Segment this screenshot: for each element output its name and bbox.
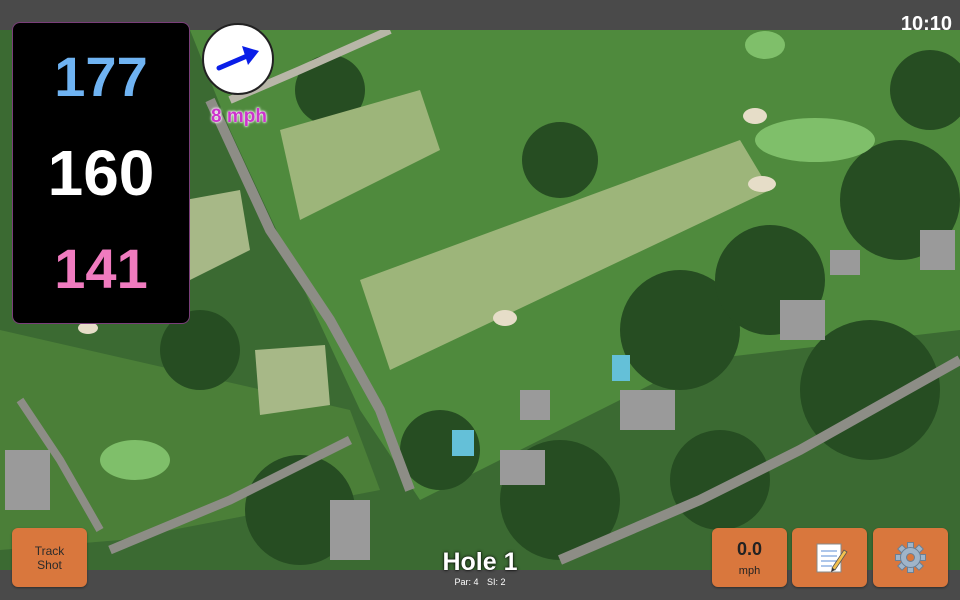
hole-title[interactable]: Hole 1 — [380, 550, 580, 575]
hole-info: Par: 4 SI: 2 — [380, 577, 580, 587]
center-distance: 160 — [47, 137, 155, 209]
wind-direction-arrow-icon — [216, 46, 259, 71]
notepad-icon — [816, 543, 848, 573]
notes-button[interactable] — [792, 528, 867, 587]
wind-speed-label: 8 mph — [211, 106, 267, 127]
hole-par: Par: 4 — [454, 577, 479, 587]
hole-stroke-index: SI: 2 — [487, 577, 506, 587]
wind-direction-dial[interactable] — [202, 23, 274, 95]
back-distance: 177 — [54, 45, 148, 108]
track-shot-button[interactable]: Track Shot — [12, 528, 87, 587]
clock: 10:10 — [900, 13, 952, 35]
wind-speed-value: 0.0 — [736, 539, 763, 559]
distance-panel: 177 160 141 — [12, 22, 190, 324]
wind-speed-button[interactable]: 0.0 mph — [712, 528, 787, 587]
settings-button[interactable] — [873, 528, 948, 587]
wind-speed-unit: mph — [738, 565, 761, 577]
front-distance: 141 — [54, 237, 148, 300]
track-shot-label: Track Shot — [34, 544, 65, 572]
gear-icon — [895, 542, 926, 573]
